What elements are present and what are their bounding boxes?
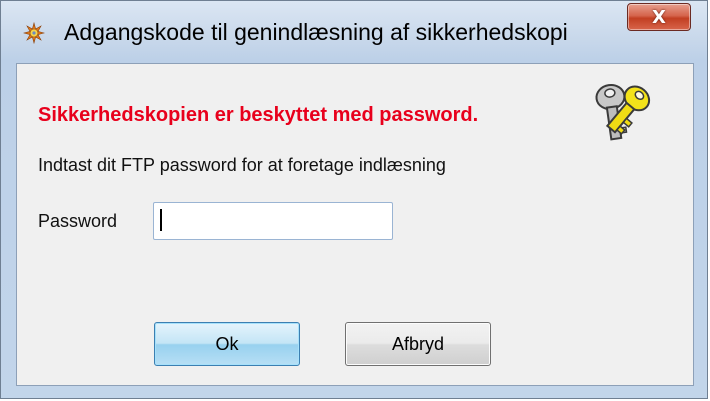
text-caret (160, 209, 162, 231)
instruction-text: Indtast dit FTP password for at foretage… (38, 155, 446, 175)
close-button[interactable]: X (627, 3, 691, 31)
keys-icon (589, 79, 671, 143)
cancel-button[interactable]: Afbryd (345, 322, 491, 366)
ok-button[interactable]: Ok (154, 322, 300, 366)
dialog-window: Adgangskode til genindlæsning af sikkerh… (0, 0, 708, 399)
ok-button-label: Ok (215, 333, 239, 354)
password-label: Password (38, 211, 118, 231)
close-icon: X (652, 6, 666, 28)
protected-heading: Sikkerhedskopien er beskyttet med passwo… (38, 104, 479, 126)
dialog-body: Sikkerhedskopien er beskyttet med passwo… (16, 63, 694, 386)
app-gear-icon (22, 21, 46, 45)
title-bar[interactable]: Adgangskode til genindlæsning af sikkerh… (1, 1, 707, 63)
cancel-button-label: Afbryd (391, 333, 445, 354)
password-input[interactable] (153, 202, 393, 240)
window-title: Adgangskode til genindlæsning af sikkerh… (64, 19, 568, 45)
